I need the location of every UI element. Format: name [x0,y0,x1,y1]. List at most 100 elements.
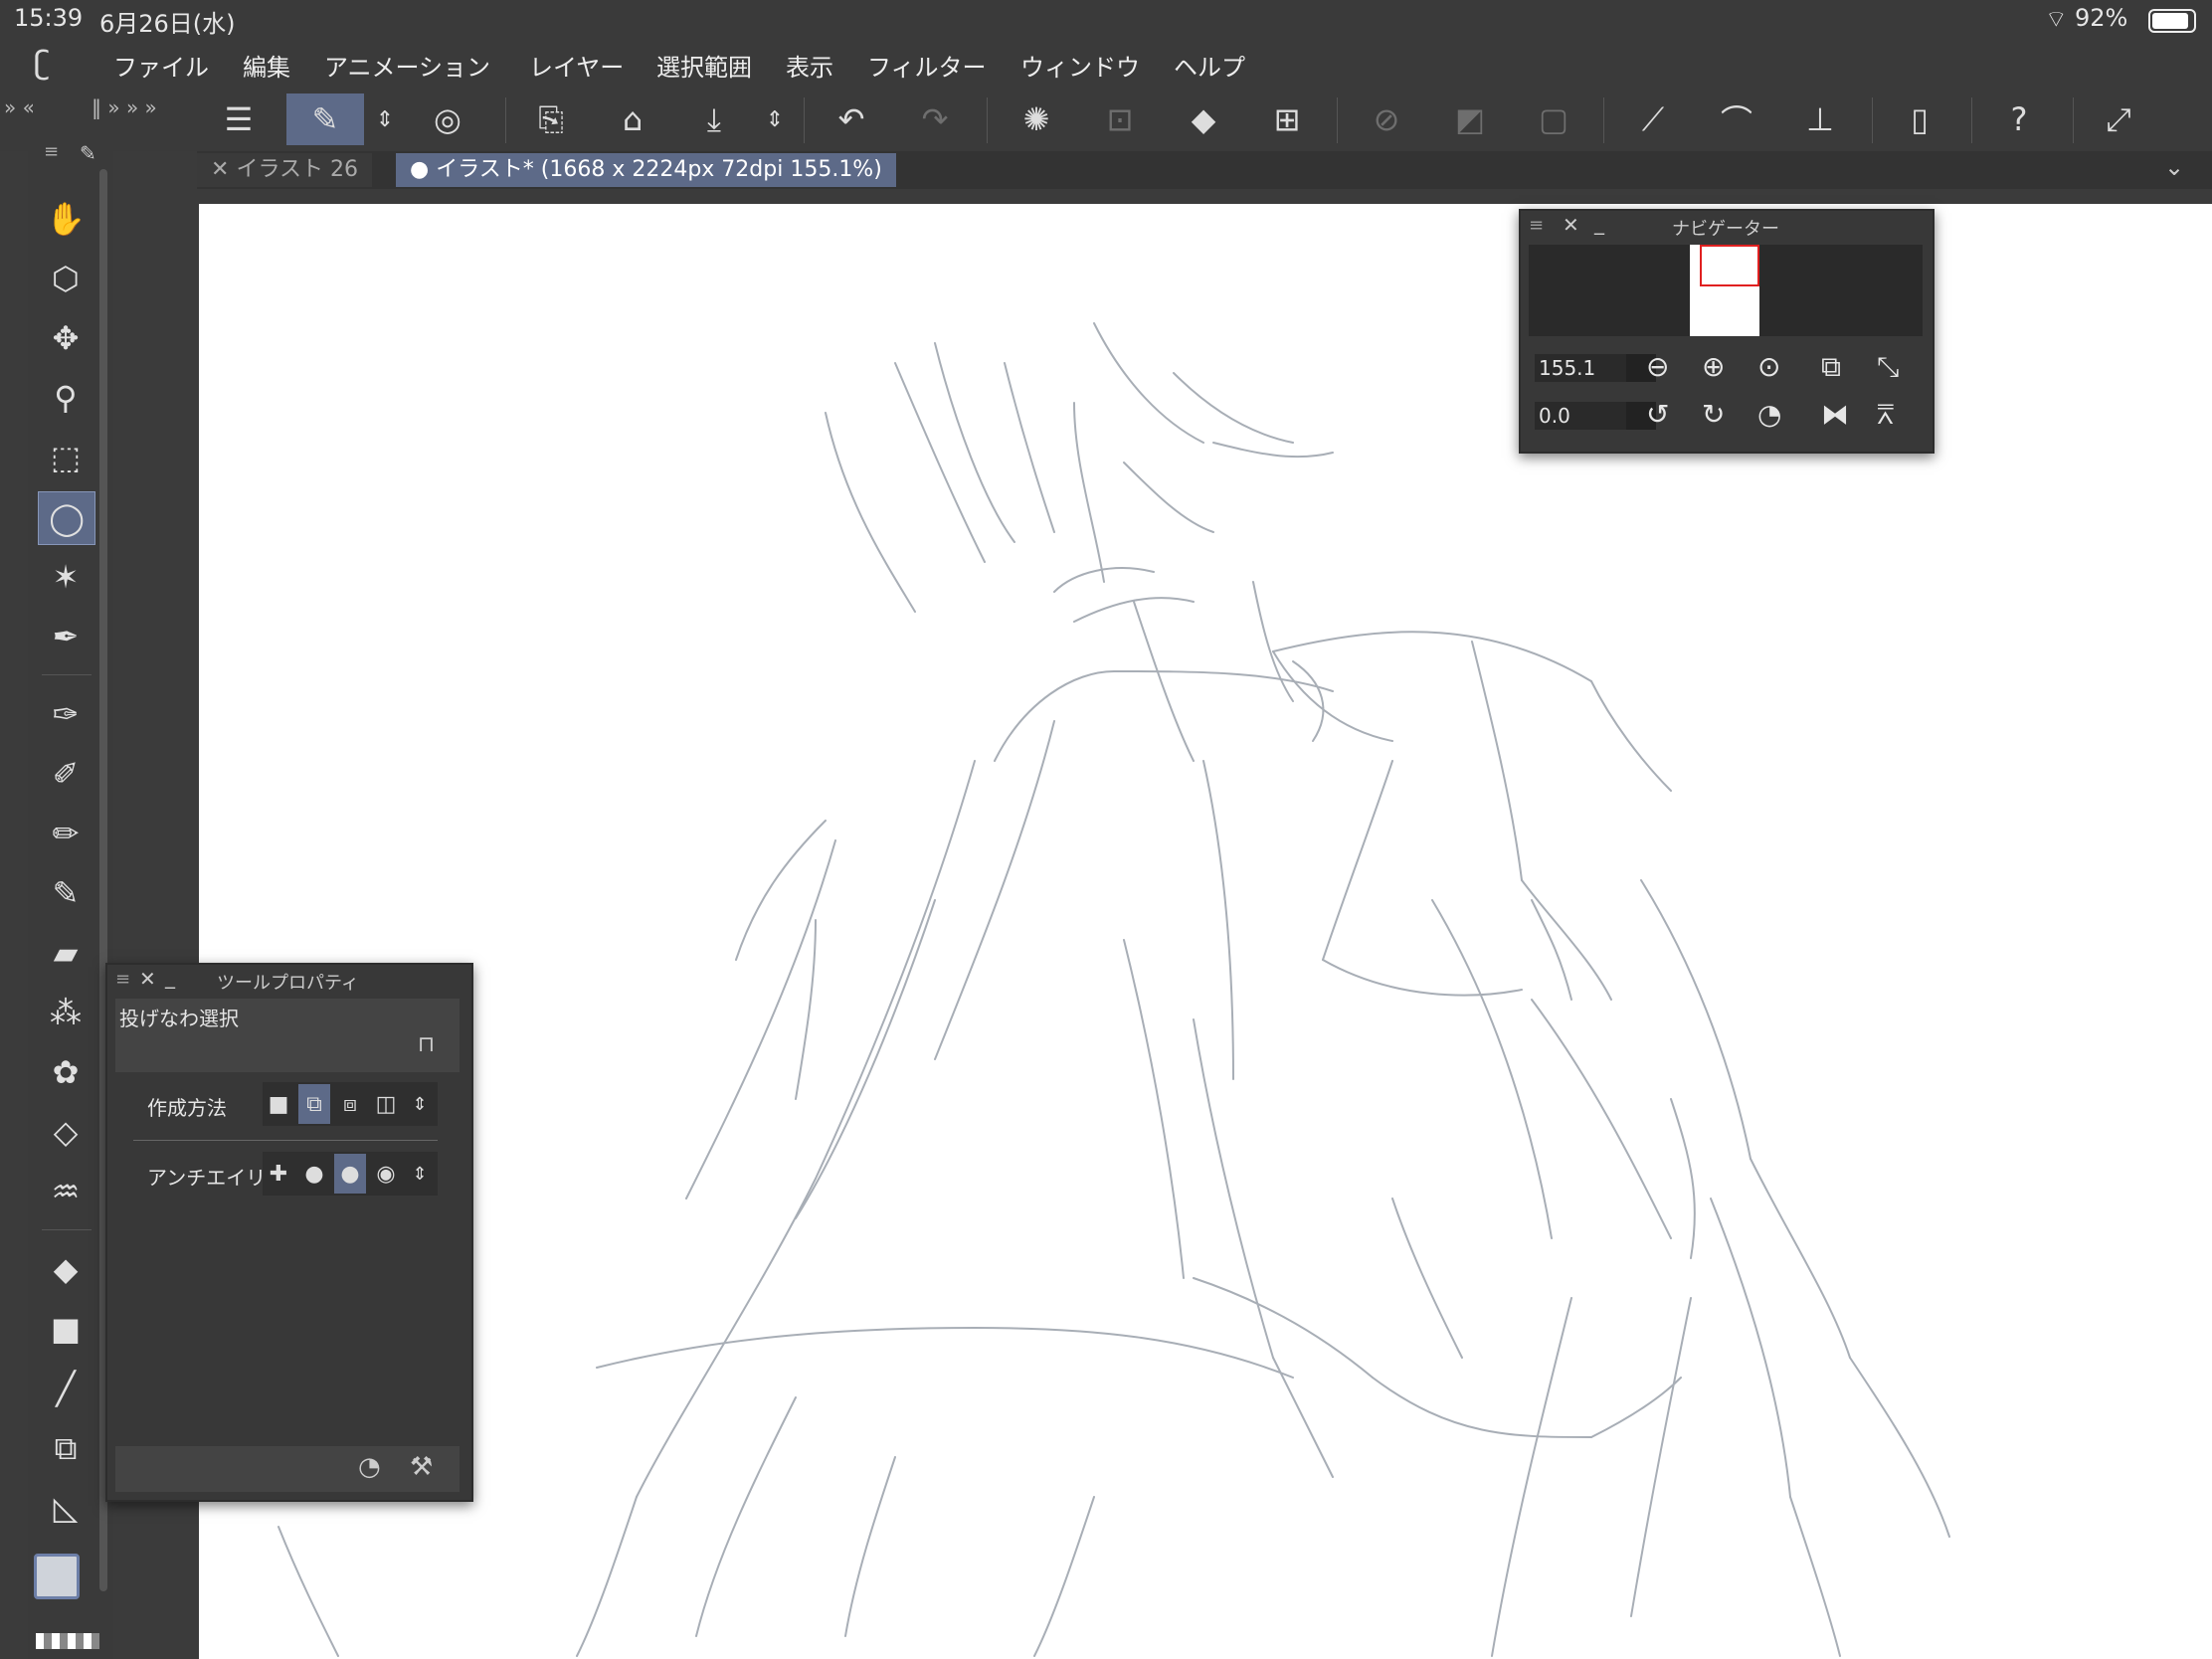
brush-tool-icon[interactable]: ✎ [38,867,93,919]
menu-file[interactable]: ファイル [113,48,209,83]
device-icon[interactable]: ▯ [1894,93,1945,145]
navigator-preview[interactable] [1529,245,1923,336]
close-icon[interactable]: ✕ [139,967,156,991]
antialias-strong-icon[interactable]: ◉ [370,1154,402,1194]
zoom-field[interactable]: 155.1 [1535,354,1626,382]
intersect-selection-icon[interactable]: ◫ [370,1084,402,1124]
redo-icon[interactable]: ↷ [909,93,961,145]
viewport-frame[interactable] [1700,245,1759,286]
zoom-out-icon[interactable]: ⊖ [1646,350,1669,383]
flip-vertical-icon[interactable]: ⩞ [1877,398,1894,432]
magic-wand-icon[interactable]: ✶ [38,551,93,603]
flip-horizontal-icon[interactable]: ⧓ [1821,398,1849,431]
frame-tool-icon[interactable]: ⧉ [38,1422,93,1474]
eraser-icon[interactable]: ◇ [38,1106,93,1158]
menu-animation[interactable]: アニメーション [324,48,490,83]
scale-icon[interactable]: ⊞ [1261,93,1313,145]
tab-illust-26[interactable]: ✕ イラスト 26 [197,153,372,187]
object-tool-icon[interactable]: ⬡ [38,253,93,304]
rotation-field[interactable]: 0.0 [1535,402,1626,430]
antialias-weak-icon[interactable]: ● [298,1154,330,1194]
menu-help[interactable]: ヘルプ [1174,48,1245,83]
pen-nib-icon[interactable]: ✐ [38,748,93,800]
move-tool-icon[interactable]: ✥ [38,312,93,364]
antialias-none-icon[interactable]: ✚ [263,1154,294,1194]
rect-select-icon[interactable]: ⬚ [38,432,93,483]
actual-size-icon[interactable]: ⊙ [1757,350,1780,383]
reset-icon[interactable]: ◔ [358,1452,381,1482]
lasso-select-icon[interactable]: ◯ [38,491,95,545]
brush-icon[interactable]: ⌒ [1711,93,1762,145]
help-icon[interactable]: ? [1993,93,2045,145]
balloon-tool-icon[interactable]: ◺ [38,1482,93,1534]
quick-access-icon[interactable]: ✎ [286,93,364,145]
navigator-panel: ≡ ✕ _ ナビゲーター 155.1 ⊖ ⊕ ⊙ ⧉ ⤡ 0.0 ↺ ↻ ◔ ⧓… [1519,209,1935,454]
fill-icon[interactable]: ◆ [1178,93,1229,145]
decoration-icon[interactable]: ✿ [38,1046,93,1098]
menu-selection[interactable]: 選択範囲 [656,48,752,83]
menu-icon[interactable]: ☰ [213,93,265,145]
companion-icon[interactable]: ◎ [422,93,473,145]
minimize-icon[interactable]: _ [1594,211,1604,235]
collapse-left-icon[interactable]: » « [4,95,35,119]
chevron-down-icon[interactable]: ⌄ [2164,153,2184,181]
fill-bucket-icon[interactable]: ◆ [38,1243,93,1295]
add-selection-icon[interactable]: ⧉ [298,1084,330,1124]
perspective-icon[interactable]: ⊥ [1794,93,1846,145]
hand-tool-icon[interactable]: ✋ [38,193,93,245]
reset-rotation-icon[interactable]: ◔ [1757,398,1781,431]
panel-menu-icon[interactable]: ≡ [1529,215,1544,236]
menu-layer[interactable]: レイヤー [529,48,624,83]
eyedropper-icon[interactable]: ✒ [38,611,93,662]
menu-window[interactable]: ウィンドウ [1020,48,1140,83]
transform-icon[interactable]: ⊡ [1094,93,1146,145]
close-icon[interactable]: ✕ [211,157,229,182]
minimize-icon[interactable]: _ [165,965,175,989]
clear-selection-icon[interactable]: ⊘ [1361,93,1412,145]
marker-tool-icon[interactable]: ▰ [38,927,93,979]
new-selection-icon[interactable]: ■ [263,1084,294,1124]
line-tool-icon[interactable]: ╱ [38,1363,93,1414]
pencil-tool-icon[interactable]: ✏ [38,808,93,859]
wifi-icon: ⌔ [2045,5,2068,33]
ruler-icon[interactable]: ⟋ [1627,93,1679,145]
zoom-tool-icon[interactable]: ⚲ [38,372,93,424]
menu-edit[interactable]: 編集 [243,48,290,83]
airbrush-icon[interactable]: ⁂ [38,987,93,1038]
loading-icon[interactable]: ✺ [1011,93,1062,145]
pen-tab-icon[interactable]: ✎ [80,141,96,165]
antialias-medium-icon[interactable]: ● [334,1154,366,1194]
fullscreen-icon[interactable]: ⤢ [2093,93,2144,145]
fit-window-icon[interactable]: ⧉ [1821,350,1841,384]
panel-menu-icon[interactable]: ≡ [44,141,59,162]
menu-filter[interactable]: フィルター [867,48,987,83]
chevron-updown-icon[interactable]: ⇕ [370,93,400,145]
rotate-left-icon[interactable]: ↺ [1646,398,1669,431]
transparent-color-icon[interactable] [36,1633,99,1649]
panel-menu-icon[interactable]: ≡ [115,969,130,990]
wrench-icon[interactable]: ⚒ [410,1452,433,1482]
chevron-updown-icon[interactable]: ⇕ [406,1154,434,1194]
app-logo-icon[interactable]: ʗ [34,44,50,82]
fit-screen-icon[interactable]: ⤡ [1877,350,1899,384]
gradient-icon[interactable]: ■ [38,1303,93,1355]
new-file-icon[interactable]: ⎘ [525,93,577,145]
tab-illust-current[interactable]: ● イラスト* (1668 x 2224px 72dpi 155.1%) [396,153,896,187]
close-icon[interactable]: ✕ [1563,213,1579,237]
collapse-right-icon[interactable]: ‖ » » » [92,95,157,119]
main-color-swatch[interactable] [34,1554,80,1599]
chevron-updown-icon[interactable]: ⇕ [760,93,790,145]
pen-tool-icon[interactable]: ✑ [38,688,93,740]
chevron-updown-icon[interactable]: ⇕ [406,1084,434,1124]
lock-icon[interactable]: ⊓ [418,1032,435,1057]
open-folder-icon[interactable]: ⌂ [607,93,658,145]
menu-view[interactable]: 表示 [786,48,833,83]
selection-border-icon[interactable]: ▢ [1528,93,1579,145]
invert-selection-icon[interactable]: ◩ [1444,93,1496,145]
zoom-in-icon[interactable]: ⊕ [1702,350,1725,383]
subtract-selection-icon[interactable]: ⧈ [334,1084,366,1124]
undo-icon[interactable]: ↶ [826,93,877,145]
blend-tool-icon[interactable]: ♒ [38,1166,93,1217]
rotate-right-icon[interactable]: ↻ [1702,398,1725,431]
save-icon[interactable]: ⤓ [688,93,740,145]
